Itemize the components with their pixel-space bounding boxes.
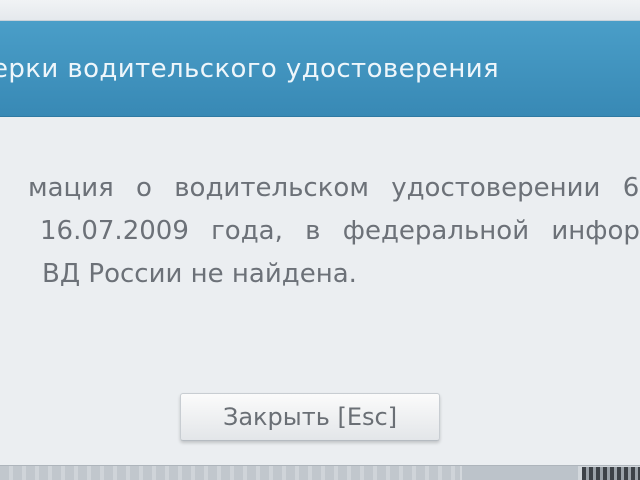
message-line-1: мация о водительском удостоверении 62 [28, 173, 640, 203]
message-line-2: 16.07.2009 года, в федеральной инфор [40, 216, 640, 246]
bottom-strip [0, 465, 640, 480]
close-button[interactable]: Закрыть [Esc] [180, 393, 440, 441]
close-button-label: Закрыть [Esc] [222, 403, 398, 431]
top-strip [0, 0, 640, 22]
screen: ерки водительского удостоверения мация о… [0, 0, 640, 480]
dialog-titlebar[interactable]: ерки водительского удостоверения [0, 21, 640, 117]
bottom-field-a [0, 466, 460, 480]
captcha-icon [582, 467, 640, 480]
message-line-3: ВД России не найдена. [42, 259, 357, 289]
dialog-title: ерки водительского удостоверения [0, 53, 500, 84]
dialog-message: мация о водительском удостоверении 62 16… [0, 167, 640, 296]
verification-dialog: ерки водительского удостоверения мация о… [0, 20, 640, 466]
bottom-field-b [462, 466, 578, 480]
